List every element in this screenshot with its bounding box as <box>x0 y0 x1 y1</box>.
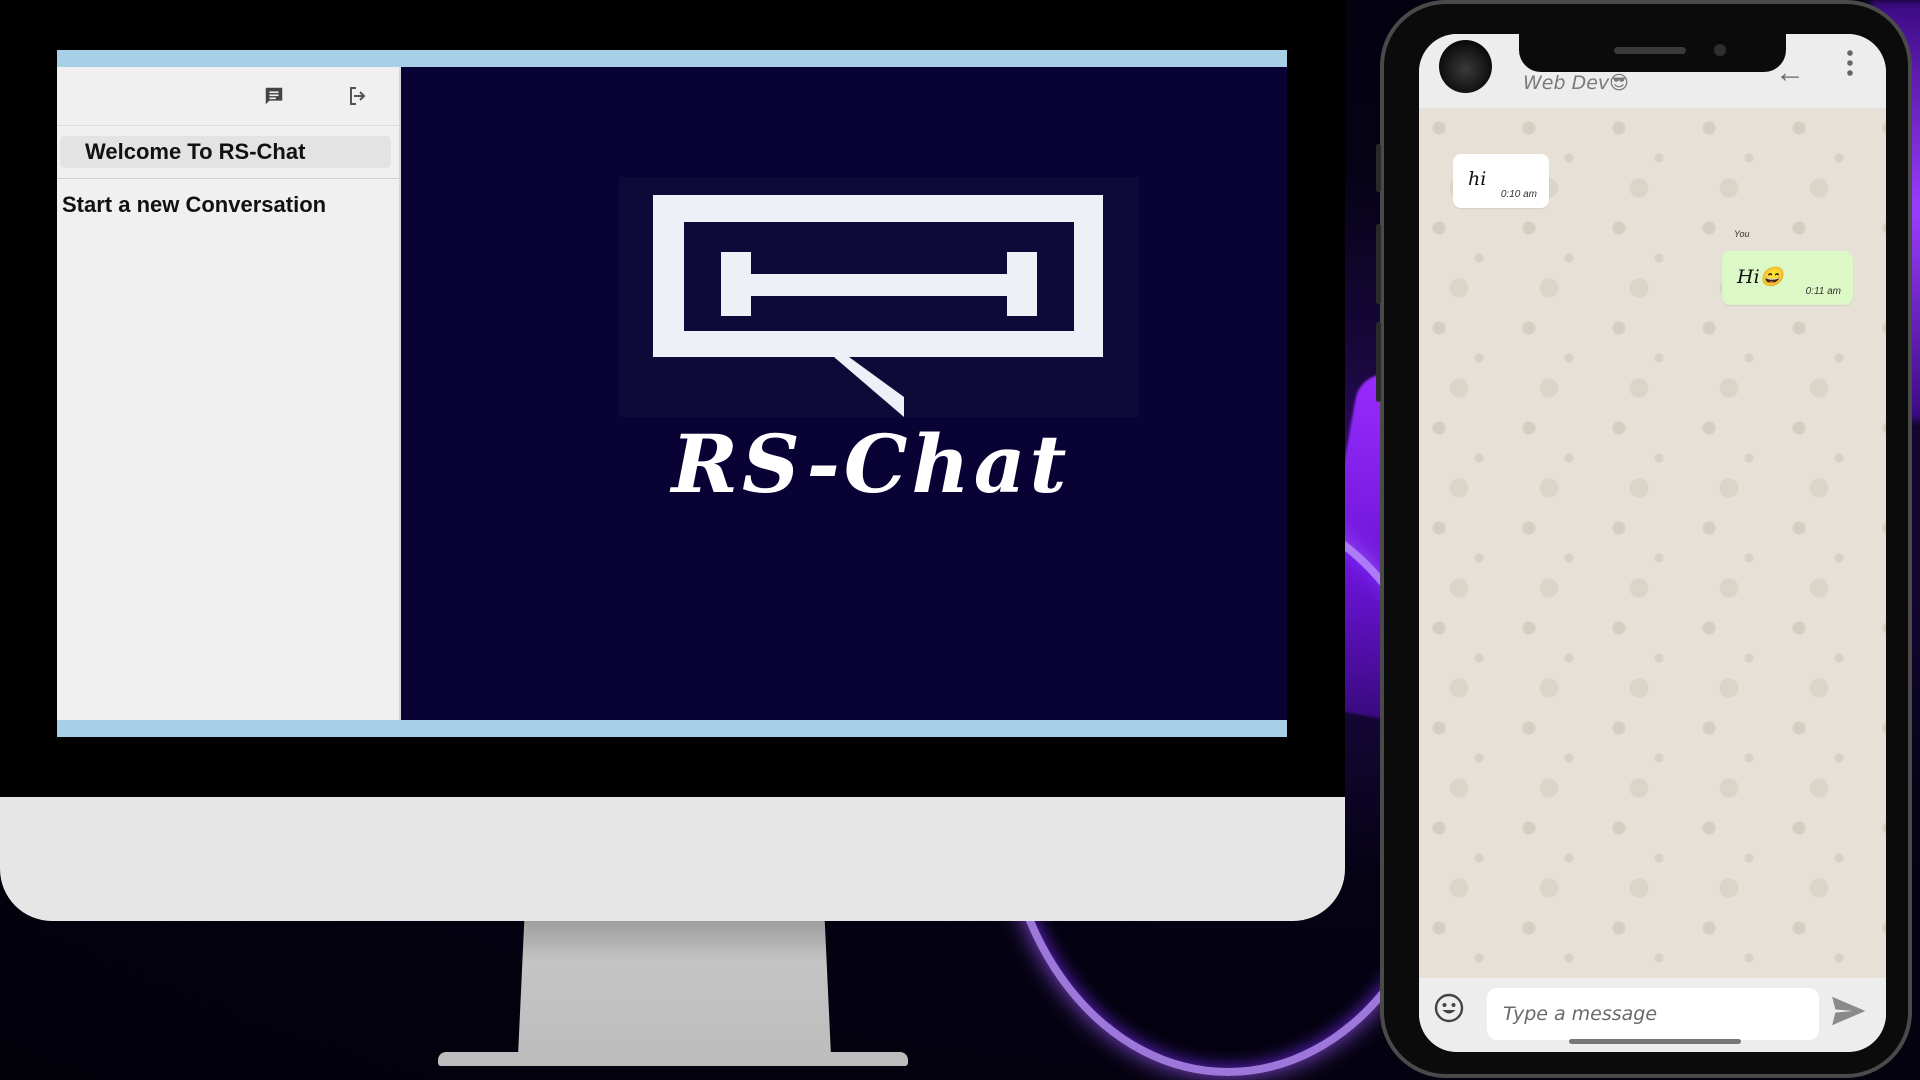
phone-side-button <box>1376 144 1381 192</box>
monitor-stand <box>518 921 831 1056</box>
sidebar-header <box>57 67 399 126</box>
desktop-app: Welcome To RS-Chat Start a new Conversat… <box>57 67 1287 720</box>
monitor-screen: Welcome To RS-Chat Start a new Conversat… <box>57 50 1287 737</box>
monitor-foot <box>438 1052 908 1066</box>
contact-name[interactable]: Web Dev😎 <box>1523 72 1629 94</box>
phone-side-button <box>1376 322 1381 402</box>
sidebar: Welcome To RS-Chat Start a new Conversat… <box>57 67 401 720</box>
chat-body[interactable]: hi 0:10 am You Hi😄 0:11 am <box>1419 108 1886 978</box>
logout-icon <box>350 87 366 105</box>
message-outgoing[interactable]: Hi😄 0:11 am <box>1722 251 1853 305</box>
logo-box <box>619 177 1139 417</box>
avatar[interactable] <box>1439 40 1492 93</box>
welcome-item[interactable]: Welcome To RS-Chat <box>60 136 391 168</box>
rs-chat-logo-icon <box>653 195 1103 417</box>
message-text: hi <box>1468 168 1487 190</box>
sidebar-divider <box>57 178 399 179</box>
message-time: 0:10 am <box>1500 189 1537 200</box>
home-indicator <box>1569 1039 1741 1044</box>
message-text: Hi😄 <box>1737 266 1784 288</box>
emoji-icon[interactable] <box>1433 992 1465 1024</box>
logout-button[interactable] <box>345 83 371 109</box>
logo-text: RS-Chat <box>671 417 1071 511</box>
monitor-bezel: Welcome To RS-Chat Start a new Conversat… <box>0 0 1345 800</box>
speaker <box>1614 47 1686 54</box>
welcome-label: Welcome To RS-Chat <box>85 139 306 164</box>
new-chat-button[interactable] <box>261 83 287 109</box>
phone-side-button <box>1376 224 1381 304</box>
sender-label: You <box>1734 229 1750 239</box>
start-conversation-text: Start a new Conversation <box>62 192 327 217</box>
message-incoming[interactable]: hi 0:10 am <box>1453 154 1549 208</box>
message-time: 0:11 am <box>1805 286 1841 297</box>
chat-icon <box>265 87 283 105</box>
monitor-chin <box>0 797 1345 921</box>
send-icon[interactable] <box>1829 992 1867 1030</box>
main-pane: RS-Chat <box>401 67 1287 720</box>
message-input[interactable] <box>1487 988 1819 1040</box>
phone-screen: Web Dev😎 ← hi 0:10 am You Hi😄 0:11 am <box>1419 34 1886 1052</box>
phone-frame: Web Dev😎 ← hi 0:10 am You Hi😄 0:11 am <box>1376 0 1912 1078</box>
more-vertical-icon[interactable] <box>1845 48 1855 78</box>
phone-notch <box>1519 34 1786 72</box>
camera <box>1714 44 1726 56</box>
